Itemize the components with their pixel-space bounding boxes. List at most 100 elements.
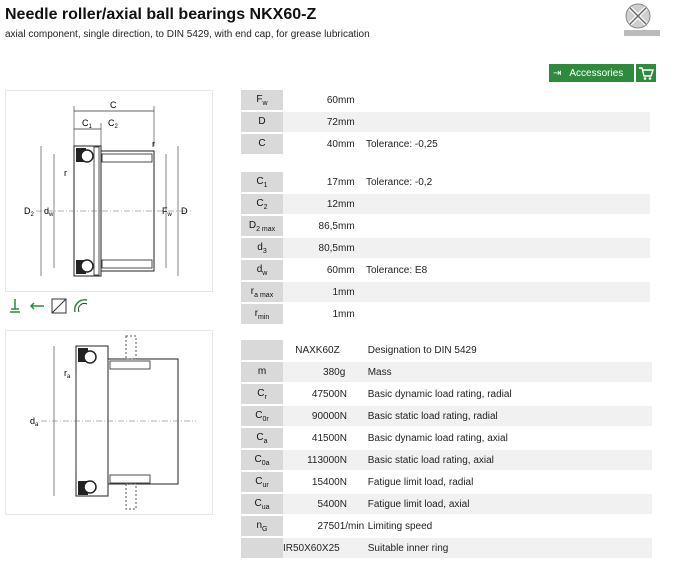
symbol-text: C	[256, 431, 264, 443]
symbol-cell: ra max	[241, 281, 283, 304]
table-row: C0a 113000 N Basic static load rating, axia…	[241, 449, 652, 472]
symbol-cell: nG	[241, 515, 283, 538]
description-cell: Suitable inner ring	[367, 537, 652, 560]
symbol-subscript: min	[258, 313, 270, 321]
table-row: C 40 mm Tolerance: -0,25	[241, 133, 650, 156]
dimensions-table-detail: C1 17 mm Tolerance: -0,2 C2 12 mm D2 max 86,5 mm d…	[241, 172, 650, 326]
description-cell: Limiting speed	[367, 515, 652, 538]
unit-cell: mm	[338, 259, 366, 282]
symbol-cell: Cua	[241, 493, 283, 516]
value-cell: 90000	[283, 405, 340, 428]
symbol-cell: Fw	[241, 90, 283, 112]
unit-cell: mm	[338, 111, 366, 134]
symbol-subscript: 2 max	[256, 225, 276, 233]
symbol-subscript: r	[264, 393, 267, 401]
label-ra: ra	[64, 368, 71, 380]
unit-cell: mm	[338, 90, 366, 112]
symbol-subscript: 0a	[261, 459, 270, 467]
unit-cell: g	[339, 361, 368, 384]
brand-logo	[624, 3, 660, 36]
description-cell	[366, 215, 650, 238]
description-cell	[366, 237, 650, 260]
table-row: rmin 1 mm	[241, 303, 650, 326]
accessories-label: Accessories	[569, 67, 624, 79]
unit-cell: N	[339, 405, 368, 428]
symbol-cell: C	[241, 133, 283, 156]
symbol-cell: C0r	[241, 405, 283, 428]
description-cell: Basic dynamic load rating, axial	[367, 427, 652, 450]
symbol-subscript: w	[262, 269, 268, 277]
table-row: d3 80,5 mm	[241, 237, 650, 260]
symbol-text: C	[254, 497, 262, 509]
symbol-subscript: 2	[263, 203, 268, 211]
unit-cell: mm	[338, 281, 366, 304]
value-cell: 12	[283, 193, 338, 216]
table-row: NAXK60Z Designation to DIN 5429	[241, 340, 652, 362]
description-cell	[366, 303, 650, 326]
symbol-cell: d3	[241, 237, 283, 260]
label-C: C	[110, 100, 117, 110]
description-cell: Basic static load rating, axial	[367, 449, 652, 472]
value-cell: 17	[283, 172, 338, 194]
table-row: Cua 5400 N Fatigue limit load, axial	[241, 493, 652, 516]
unit-cell: N	[339, 449, 368, 472]
symbol-cell: C1	[241, 172, 283, 194]
mounting-dimension-drawing: ra da	[5, 330, 213, 515]
symbol-subscript: ua	[261, 503, 270, 511]
accessories-button[interactable]: ⇥ Accessories	[549, 64, 634, 82]
value-cell: 80,5	[283, 237, 338, 260]
symbol-text: C	[255, 409, 263, 421]
value-cell: 72	[283, 111, 338, 134]
unit-cell: 1/min	[339, 515, 368, 538]
symbol-subscript: G	[262, 525, 268, 533]
unit-cell	[339, 537, 368, 560]
value-cell: 40	[283, 133, 338, 156]
table-row: nG 2750 1/min Limiting speed	[241, 515, 652, 538]
label-D: D	[181, 206, 188, 216]
symbol-subscript: w	[262, 99, 268, 107]
symbol-text: C	[255, 475, 263, 487]
performance-table: NAXK60Z Designation to DIN 5429 m 380 g Mass C…	[241, 340, 652, 560]
value-cell: 5400	[283, 493, 340, 516]
unit-cell: mm	[338, 193, 366, 216]
description-cell: Fatigue limit load, radial	[367, 471, 652, 494]
symbol-subscript: a	[263, 437, 268, 445]
dimensions-table-main: Fw 60 mm D 72 mm C 40 mm Tolerance: -0,25	[241, 90, 650, 156]
table-row: Ca 41500 N Basic dynamic load rating, axial	[241, 427, 652, 450]
table-row: IR50X60X25 Suitable inner ring	[241, 537, 652, 560]
cart-button[interactable]	[636, 64, 656, 82]
value-cell: 1	[283, 303, 338, 326]
symbol-cell: Cur	[241, 471, 283, 494]
symbol-subscript: a max	[254, 291, 274, 299]
symbol-cell: D	[241, 111, 283, 134]
description-cell	[366, 90, 650, 112]
value-cell: 2750	[283, 515, 340, 538]
value-cell: NAXK60Z	[283, 340, 340, 362]
symbol-cell: D2 max	[241, 215, 283, 238]
description-cell	[366, 111, 650, 134]
table-row: Cur 15400 N Fatigue limit load, radial	[241, 471, 652, 494]
bearing-dimension-drawing: C C1 C2 r r D2 dw Fw D	[5, 90, 213, 292]
table-row: C2 12 mm	[241, 193, 650, 216]
description-cell: Tolerance: -0,2	[366, 172, 650, 194]
unit-cell: mm	[338, 215, 366, 238]
symbol-cell: Cr	[241, 383, 283, 406]
page-subtitle: axial component, single direction, to DI…	[5, 29, 370, 40]
value-cell: IR50X60X25	[283, 537, 340, 560]
unit-cell: N	[339, 471, 368, 494]
symbol-text: C	[256, 175, 264, 187]
value-cell: 60	[283, 259, 338, 282]
label-C2: C2	[108, 118, 119, 130]
symbol-text: D	[258, 115, 266, 127]
label-dw: dw	[44, 206, 54, 218]
description-cell: Tolerance: -0,25	[366, 133, 650, 156]
symbol-text: C	[256, 197, 264, 209]
page-title: Needle roller/axial ball bearings NKX60-…	[5, 6, 317, 23]
symbol-cell: dw	[241, 259, 283, 282]
axial-load-icon	[28, 297, 46, 315]
unit-cell: mm	[338, 172, 366, 194]
symbol-text: D	[248, 219, 257, 231]
table-row: Fw 60 mm	[241, 90, 650, 112]
value-cell: 15400	[283, 471, 340, 494]
symbol-cell: C0a	[241, 449, 283, 472]
